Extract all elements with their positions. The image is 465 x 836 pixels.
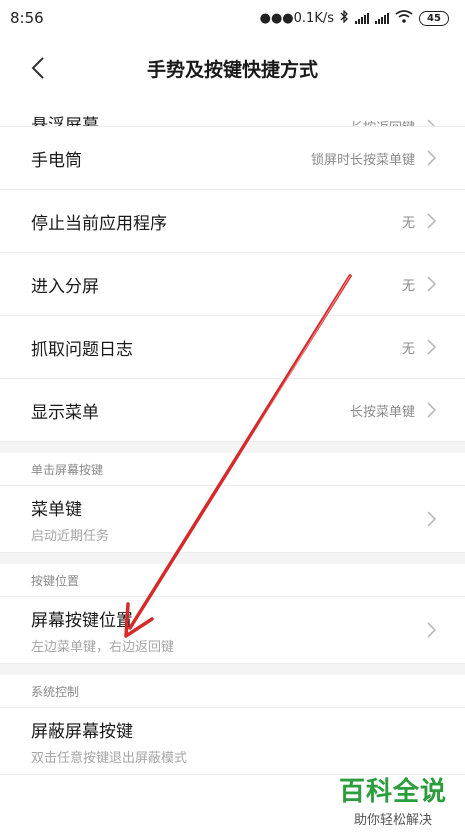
watermark-title: 百科全说 — [338, 777, 447, 807]
signal-icon-2 — [375, 12, 389, 24]
chevron-right-icon — [427, 622, 437, 638]
settings-row-flashlight[interactable]: 手电筒 锁屏时长按菜单键 — [0, 127, 465, 190]
row-label: 菜单键 — [31, 499, 82, 520]
signal-icon — [355, 12, 369, 24]
status-bar: 8:56 ●●●0.1K/s 45 — [0, 0, 465, 36]
row-value: 无 — [401, 215, 415, 231]
row-label: 进入分屏 — [31, 276, 99, 297]
row-value: 无 — [401, 341, 415, 357]
network-speed: ●●●0.1K/s — [259, 10, 334, 26]
chevron-right-icon — [427, 150, 437, 166]
section-header-system-control: 系统控制 — [0, 675, 465, 708]
status-time: 8:56 — [10, 9, 44, 27]
chevron-right-icon — [427, 402, 437, 418]
row-label: 停止当前应用程序 — [31, 213, 167, 234]
section-divider — [0, 553, 465, 564]
settings-row-block-keys[interactable]: 屏蔽屏幕按键 双击任意按键退出屏蔽模式 — [0, 708, 465, 775]
row-value: 长按返回键 — [350, 117, 415, 126]
chevron-left-icon — [31, 57, 44, 79]
chevron-right-icon — [427, 118, 436, 126]
row-value: 锁屏时长按菜单键 — [310, 152, 415, 168]
battery-level: 45 — [427, 12, 441, 24]
settings-row-key-position[interactable]: 屏幕按键位置 左边菜单键，右边返回键 — [0, 597, 465, 664]
chevron-right-icon — [427, 339, 437, 355]
settings-row-stop-app[interactable]: 停止当前应用程序 无 — [0, 190, 465, 253]
settings-row-menu-key[interactable]: 菜单键 启动近期任务 — [0, 486, 465, 553]
row-label: 屏幕按键位置 — [31, 610, 133, 631]
settings-row-show-menu[interactable]: 显示菜单 长按菜单键 — [0, 379, 465, 442]
section-header-single-tap: 单击屏幕按键 — [0, 453, 465, 486]
watermark-logo: 百科全说 助你轻松解决 — [339, 771, 447, 828]
settings-row-float-screen[interactable]: 悬浮屏幕 长按返回键 — [0, 100, 465, 127]
row-label: 抓取问题日志 — [31, 339, 133, 360]
watermark-subtitle: 助你轻松解决 — [353, 813, 432, 828]
row-sublabel: 左边菜单键，右边返回键 — [31, 639, 175, 655]
row-sublabel: 双击任意按键退出屏蔽模式 — [31, 750, 188, 766]
app-header: 手势及按键快捷方式 — [0, 36, 465, 100]
settings-row-split-screen[interactable]: 进入分屏 无 — [0, 253, 465, 316]
chevron-right-icon — [427, 213, 437, 229]
battery-icon: 45 — [419, 10, 449, 26]
row-label: 显示菜单 — [31, 402, 99, 423]
chevron-right-icon — [427, 276, 437, 292]
back-button[interactable] — [22, 52, 54, 84]
row-sublabel: 启动近期任务 — [31, 528, 110, 544]
row-label: 悬浮屏幕 — [31, 116, 99, 127]
row-value: 无 — [401, 278, 415, 294]
bluetooth-icon — [340, 8, 349, 27]
row-label: 屏蔽屏幕按键 — [31, 721, 133, 742]
settings-row-capture-log[interactable]: 抓取问题日志 无 — [0, 316, 465, 379]
settings-list: 悬浮屏幕 长按返回键 手电筒 锁屏时长按菜单键 停止当前应用程序 无 进入分屏 … — [0, 100, 465, 836]
wifi-icon — [395, 9, 413, 27]
row-value: 长按菜单键 — [349, 404, 415, 420]
row-label: 手电筒 — [31, 150, 82, 171]
chevron-right-icon — [427, 511, 437, 527]
section-header-key-position: 按键位置 — [0, 564, 465, 597]
section-divider — [0, 664, 465, 675]
status-icons: ●●●0.1K/s 45 — [259, 8, 449, 27]
page-title: 手势及按键快捷方式 — [146, 58, 318, 81]
section-divider — [0, 442, 465, 453]
